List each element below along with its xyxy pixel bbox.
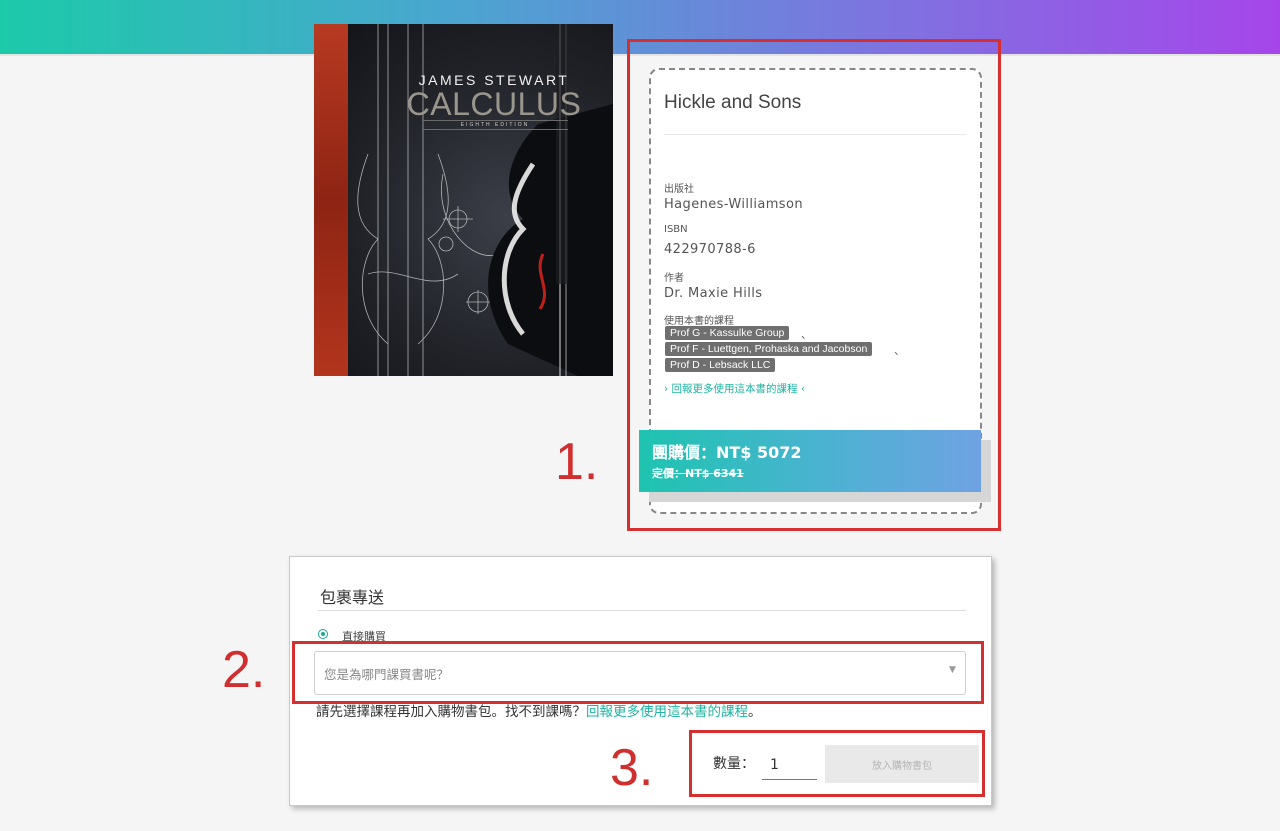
cover-title: CALCULUS	[406, 86, 582, 122]
course-note-text: 請先選擇課程再加入購物書包。找不到課嗎？	[316, 704, 586, 720]
delivery-divider	[318, 610, 966, 611]
book-cover: JAMES STEWART CALCULUS EIGHTH EDITION	[314, 24, 613, 376]
cover-edition: EIGHTH EDITION	[422, 120, 568, 130]
annotation-box-1	[627, 39, 1001, 531]
course-note-end: 。	[748, 704, 762, 720]
annotation-box-3	[689, 730, 985, 797]
report-course-link-inline[interactable]: 回報更多使用這本書的課程	[586, 704, 748, 720]
annotation-label-2: 2.	[222, 641, 266, 699]
cover-spine	[314, 24, 348, 376]
annotation-label-1: 1.	[555, 433, 599, 491]
annotation-label-3: 3.	[610, 739, 654, 797]
annotation-box-2	[292, 641, 984, 704]
direct-purchase-radio[interactable]	[318, 629, 328, 639]
delivery-heading: 包裹專送	[320, 588, 385, 607]
